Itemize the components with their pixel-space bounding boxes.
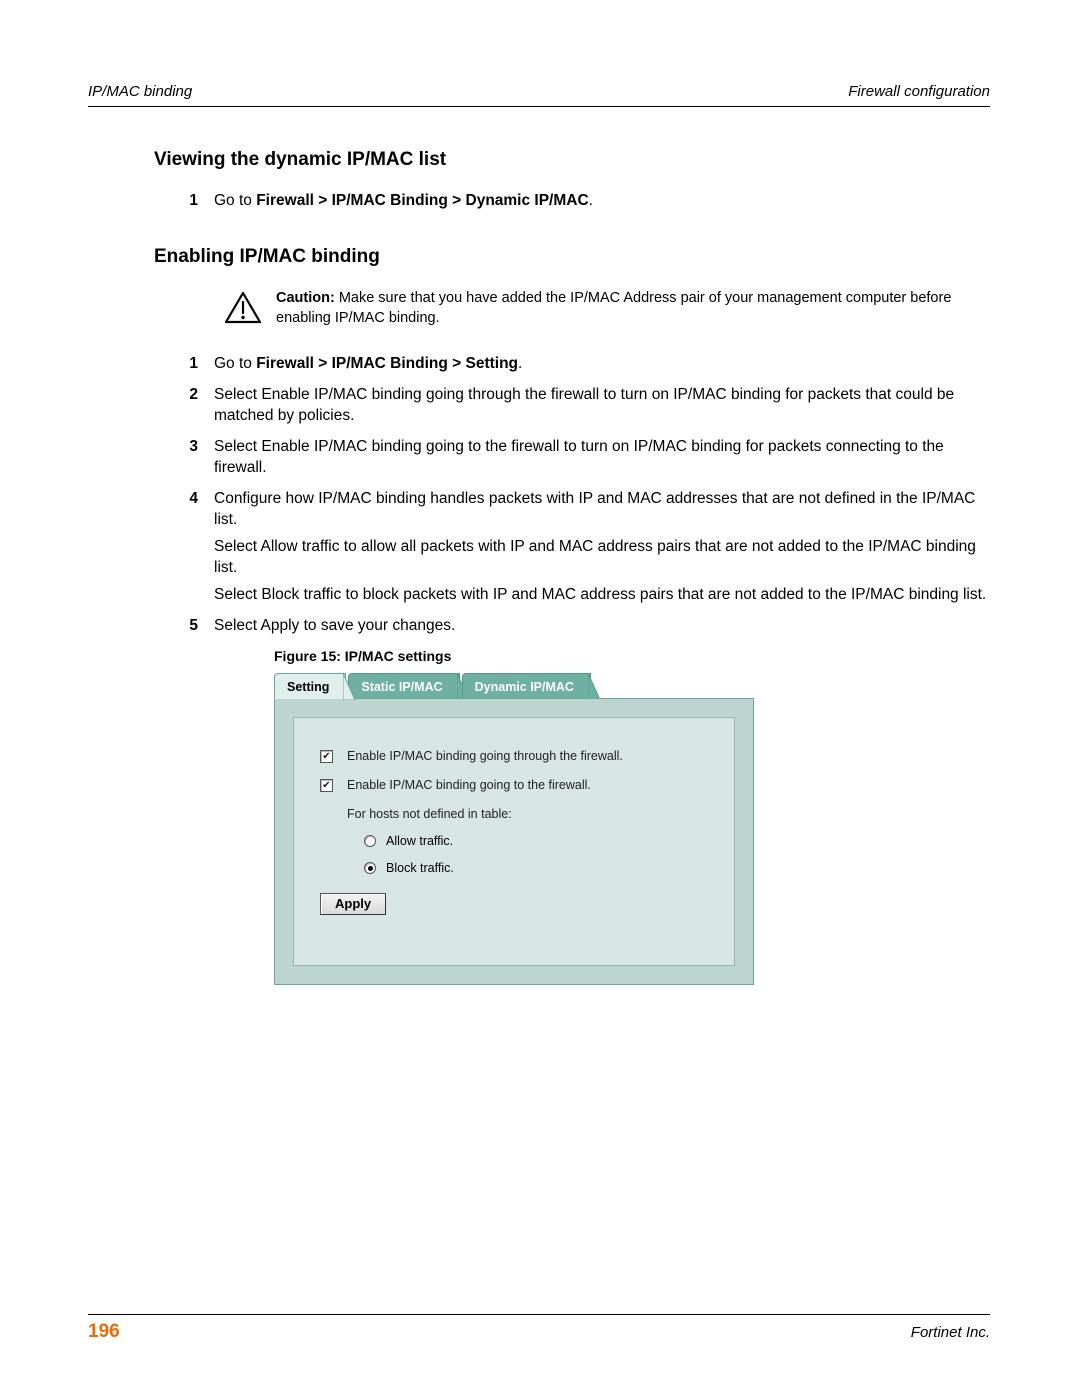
section2: Enabling IP/MAC binding Caution: Make su… <box>154 244 990 985</box>
caution-text: Caution: Make sure that you have added t… <box>276 289 990 328</box>
tab-label: Setting <box>287 680 329 694</box>
header-right: Firewall configuration <box>848 82 990 102</box>
section2-step-2: 2 Select Enable IP/MAC binding going thr… <box>154 385 990 427</box>
enable-to-checkbox[interactable] <box>320 779 333 792</box>
step-text: Select Block traffic to block packets wi… <box>214 585 990 606</box>
step-text-suffix: . <box>518 355 522 372</box>
header-rule <box>88 106 990 107</box>
step-body: Configure how IP/MAC binding handles pac… <box>214 489 990 606</box>
figure-caption: Figure 15: IP/MAC settings <box>274 647 990 666</box>
enable-to-label: Enable IP/MAC binding going to the firew… <box>347 777 591 794</box>
ipmac-settings-ui: Setting Static IP/MAC Dynamic IP/MAC <box>274 671 754 984</box>
step-text: Select Enable IP/MAC binding going throu… <box>214 385 990 427</box>
content: Viewing the dynamic IP/MAC list 1 Go to … <box>88 147 990 985</box>
step-body: Select Enable IP/MAC binding going throu… <box>214 385 990 427</box>
step-body: Select Apply to save your changes. <box>214 616 990 637</box>
page: IP/MAC binding Firewall configuration Vi… <box>0 0 1080 1397</box>
section2-step-1: 1 Go to Firewall > IP/MAC Binding > Sett… <box>154 354 990 375</box>
step-text: Configure how IP/MAC binding handles pac… <box>214 489 990 531</box>
allow-traffic-radio[interactable] <box>364 835 376 847</box>
apply-button[interactable]: Apply <box>320 893 386 915</box>
step-number: 1 <box>154 191 214 212</box>
step-text: Select Enable IP/MAC binding going to th… <box>214 437 990 479</box>
step-body: Go to Firewall > IP/MAC Binding > Dynami… <box>214 191 990 212</box>
step-text: Select Apply to save your changes. <box>214 616 990 637</box>
hosts-not-defined-label: For hosts not defined in table: <box>347 806 708 823</box>
enable-through-row: Enable IP/MAC binding going through the … <box>320 748 708 765</box>
header-left: IP/MAC binding <box>88 82 192 102</box>
tab-static-ip-mac[interactable]: Static IP/MAC <box>348 673 459 699</box>
step-text-suffix: . <box>589 192 593 209</box>
footer-rule <box>88 1314 990 1315</box>
allow-traffic-label: Allow traffic. <box>386 833 453 850</box>
step-number: 1 <box>154 354 214 375</box>
enable-through-checkbox[interactable] <box>320 750 333 763</box>
tab-label: Dynamic IP/MAC <box>475 680 574 694</box>
step-number: 2 <box>154 385 214 427</box>
section2-step-3: 3 Select Enable IP/MAC binding going to … <box>154 437 990 479</box>
step-text-bold: Firewall > IP/MAC Binding > Dynamic IP/M… <box>256 192 588 209</box>
footer-right: Fortinet Inc. <box>911 1323 990 1343</box>
footer: 196 Fortinet Inc. <box>88 1314 990 1345</box>
step-text-bold: Firewall > IP/MAC Binding > Setting <box>256 355 518 372</box>
step-number: 5 <box>154 616 214 637</box>
tab-dynamic-ip-mac[interactable]: Dynamic IP/MAC <box>462 673 591 699</box>
caution-icon <box>224 291 262 332</box>
section2-title: Enabling IP/MAC binding <box>154 244 990 270</box>
section2-step-5: 5 Select Apply to save your changes. <box>154 616 990 637</box>
tab-setting[interactable]: Setting <box>274 673 346 699</box>
step-text-prefix: Go to <box>214 192 256 209</box>
tab-label: Static IP/MAC <box>361 680 442 694</box>
block-traffic-row: Block traffic. <box>364 860 708 877</box>
tab-strip: Setting Static IP/MAC Dynamic IP/MAC <box>274 671 754 699</box>
section1-step-1: 1 Go to Firewall > IP/MAC Binding > Dyna… <box>154 191 990 212</box>
step-number: 3 <box>154 437 214 479</box>
caution-block: Caution: Make sure that you have added t… <box>224 289 990 332</box>
enable-to-row: Enable IP/MAC binding going to the firew… <box>320 777 708 794</box>
page-number: 196 <box>88 1319 120 1345</box>
settings-panel-inner: Enable IP/MAC binding going through the … <box>293 717 735 965</box>
step-text: Select Allow traffic to allow all packet… <box>214 537 990 579</box>
block-traffic-label: Block traffic. <box>386 860 454 877</box>
step-text-prefix: Go to <box>214 355 256 372</box>
allow-traffic-row: Allow traffic. <box>364 833 708 850</box>
settings-panel: Enable IP/MAC binding going through the … <box>274 698 754 984</box>
block-traffic-radio[interactable] <box>364 862 376 874</box>
step-number: 4 <box>154 489 214 606</box>
step-body: Select Enable IP/MAC binding going to th… <box>214 437 990 479</box>
step-body: Go to Firewall > IP/MAC Binding > Settin… <box>214 354 990 375</box>
caution-label: Caution: <box>276 290 335 306</box>
running-header: IP/MAC binding Firewall configuration <box>88 82 990 102</box>
enable-through-label: Enable IP/MAC binding going through the … <box>347 748 623 765</box>
section1-title: Viewing the dynamic IP/MAC list <box>154 147 990 173</box>
section2-step-4: 4 Configure how IP/MAC binding handles p… <box>154 489 990 606</box>
caution-body: Make sure that you have added the IP/MAC… <box>276 290 951 326</box>
